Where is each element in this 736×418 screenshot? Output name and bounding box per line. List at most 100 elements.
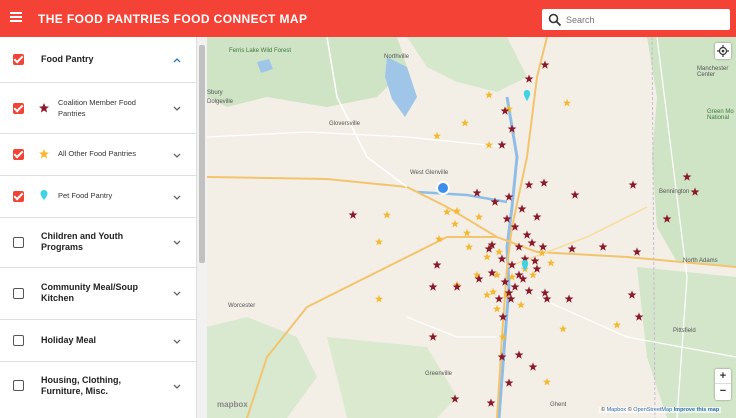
coalition-pantry-marker[interactable] — [507, 260, 517, 269]
pet-pantry-marker[interactable] — [523, 90, 531, 101]
coalition-pantry-marker[interactable] — [540, 60, 550, 69]
coalition-pantry-marker[interactable] — [532, 264, 542, 273]
coalition-pantry-marker[interactable] — [507, 124, 517, 133]
category-food-pantry[interactable]: Food Pantry — [0, 37, 196, 83]
improve-map-link[interactable]: Improve this map — [674, 407, 720, 413]
other-pantry-marker[interactable] — [563, 98, 571, 107]
coalition-pantry-marker[interactable] — [502, 214, 512, 223]
coalition-pantry-marker[interactable] — [510, 222, 520, 231]
chevron-down-icon[interactable] — [172, 338, 182, 346]
coalition-pantry-marker[interactable] — [540, 288, 550, 297]
coalition-pantry-marker[interactable] — [494, 294, 504, 303]
coalition-pantry-marker[interactable] — [527, 238, 537, 247]
holiday-meal-checkbox[interactable] — [13, 335, 24, 346]
chevron-down-icon[interactable] — [172, 105, 182, 113]
geolocate-button[interactable] — [715, 43, 731, 59]
other-pantry-marker[interactable] — [495, 247, 503, 256]
coalition-pantry-marker[interactable] — [428, 282, 438, 291]
other-pantry-marker[interactable] — [559, 324, 567, 333]
other-pantry-marker[interactable] — [547, 258, 555, 267]
user-location-marker[interactable] — [438, 183, 448, 193]
other-pantry-marker[interactable] — [613, 320, 621, 329]
coalition-pantry-marker[interactable] — [348, 210, 358, 219]
coalition-pantry-marker[interactable] — [486, 398, 496, 407]
other-pantry-marker[interactable] — [485, 140, 493, 149]
other-pantry-marker[interactable] — [483, 290, 491, 299]
coalition-pantry-marker[interactable] — [497, 140, 507, 149]
other-pantry-marker[interactable] — [475, 212, 483, 221]
other-pantry-marker[interactable] — [461, 118, 469, 127]
other-pantry-marker[interactable] — [499, 332, 507, 341]
zoom-in-button[interactable]: + — [715, 369, 731, 384]
category-children-youth[interactable]: Children and Youth Programs — [0, 218, 196, 268]
coalition-pantry-marker[interactable] — [450, 394, 460, 403]
housing-checkbox[interactable] — [13, 380, 24, 391]
coalition-pantry-marker[interactable] — [517, 204, 527, 213]
all-other-checkbox[interactable] — [13, 149, 24, 160]
coalition-pantry-marker[interactable] — [628, 180, 638, 189]
other-pantry-marker[interactable] — [433, 131, 441, 140]
search-box[interactable] — [542, 9, 730, 30]
coalition-pantry-marker[interactable] — [452, 282, 462, 291]
zoom-out-button[interactable]: − — [715, 384, 731, 399]
coalition-pantry-marker[interactable] — [487, 268, 497, 277]
coalition-pantry-marker[interactable] — [514, 242, 524, 251]
coalition-pantry-marker[interactable] — [634, 312, 644, 321]
other-pantry-marker[interactable] — [451, 219, 459, 228]
other-pantry-marker[interactable] — [465, 242, 473, 251]
coalition-pantry-marker[interactable] — [522, 230, 532, 239]
other-pantry-marker[interactable] — [435, 234, 443, 243]
coalition-pantry-marker[interactable] — [542, 294, 552, 303]
coalition-pantry-marker[interactable] — [627, 290, 637, 299]
sidebar-scrollbar[interactable] — [197, 37, 207, 418]
coalition-pantry-marker[interactable] — [564, 294, 574, 303]
other-pantry-marker[interactable] — [453, 206, 461, 215]
coalition-pantry-marker[interactable] — [570, 190, 580, 199]
coalition-pantry-marker[interactable] — [538, 242, 548, 251]
coalition-pantry-marker[interactable] — [490, 197, 500, 206]
coalition-pantry-marker[interactable] — [632, 247, 642, 256]
food-pantry-checkbox[interactable] — [13, 54, 24, 65]
category-holiday-meal[interactable]: Holiday Meal — [0, 320, 196, 362]
search-input[interactable] — [566, 10, 716, 29]
chevron-down-icon[interactable] — [172, 239, 182, 247]
coalition-pantry-marker[interactable] — [497, 254, 507, 263]
chevron-down-icon[interactable] — [172, 290, 182, 298]
other-pantry-marker[interactable] — [508, 272, 516, 281]
coalition-pantry-marker[interactable] — [500, 277, 510, 286]
category-community-meal[interactable]: Community Meal/Soup Kitchen — [0, 268, 196, 320]
other-pantry-marker[interactable] — [383, 210, 391, 219]
coalition-pantry-marker[interactable] — [524, 180, 534, 189]
subcategory-all-other[interactable]: All Other Food Pantries — [0, 134, 196, 176]
other-pantry-marker[interactable] — [485, 90, 493, 99]
pet-food-checkbox[interactable] — [13, 191, 24, 202]
mapbox-logo[interactable]: mapbox — [217, 400, 248, 409]
coalition-pantry-marker[interactable] — [432, 260, 442, 269]
coalition-pantry-marker[interactable] — [598, 242, 608, 251]
coalition-pantry-marker[interactable] — [504, 192, 514, 201]
other-pantry-marker[interactable] — [483, 252, 491, 261]
coalition-pantry-marker[interactable] — [662, 214, 672, 223]
coalition-pantry-marker[interactable] — [530, 256, 540, 265]
coalition-pantry-marker[interactable] — [528, 362, 538, 371]
other-pantry-marker[interactable] — [375, 237, 383, 246]
coalition-pantry-marker[interactable] — [428, 332, 438, 341]
other-pantry-marker[interactable] — [443, 207, 451, 216]
category-housing-clothing[interactable]: Housing, Clothing, Furniture, Misc. — [0, 362, 196, 418]
hamburger-menu-icon[interactable] — [10, 12, 22, 22]
map-view[interactable]: Ferris Lake Wild Forest Northville Glove… — [207, 37, 736, 418]
chevron-down-icon[interactable] — [172, 152, 182, 160]
children-youth-checkbox[interactable] — [13, 237, 24, 248]
coalition-checkbox[interactable] — [13, 103, 24, 114]
coalition-pantry-marker[interactable] — [567, 244, 577, 253]
coalition-pantry-marker[interactable] — [510, 282, 520, 291]
coalition-pantry-marker[interactable] — [532, 212, 542, 221]
coalition-pantry-marker[interactable] — [472, 188, 482, 197]
coalition-pantry-marker[interactable] — [682, 172, 692, 181]
coalition-pantry-marker[interactable] — [690, 187, 700, 196]
coalition-pantry-marker[interactable] — [498, 312, 508, 321]
coalition-pantry-marker[interactable] — [524, 286, 534, 295]
subcategory-coalition-member[interactable]: Coalition Member Food Pantries — [0, 83, 196, 134]
coalition-pantry-marker[interactable] — [497, 352, 507, 361]
other-pantry-marker[interactable] — [529, 270, 537, 279]
